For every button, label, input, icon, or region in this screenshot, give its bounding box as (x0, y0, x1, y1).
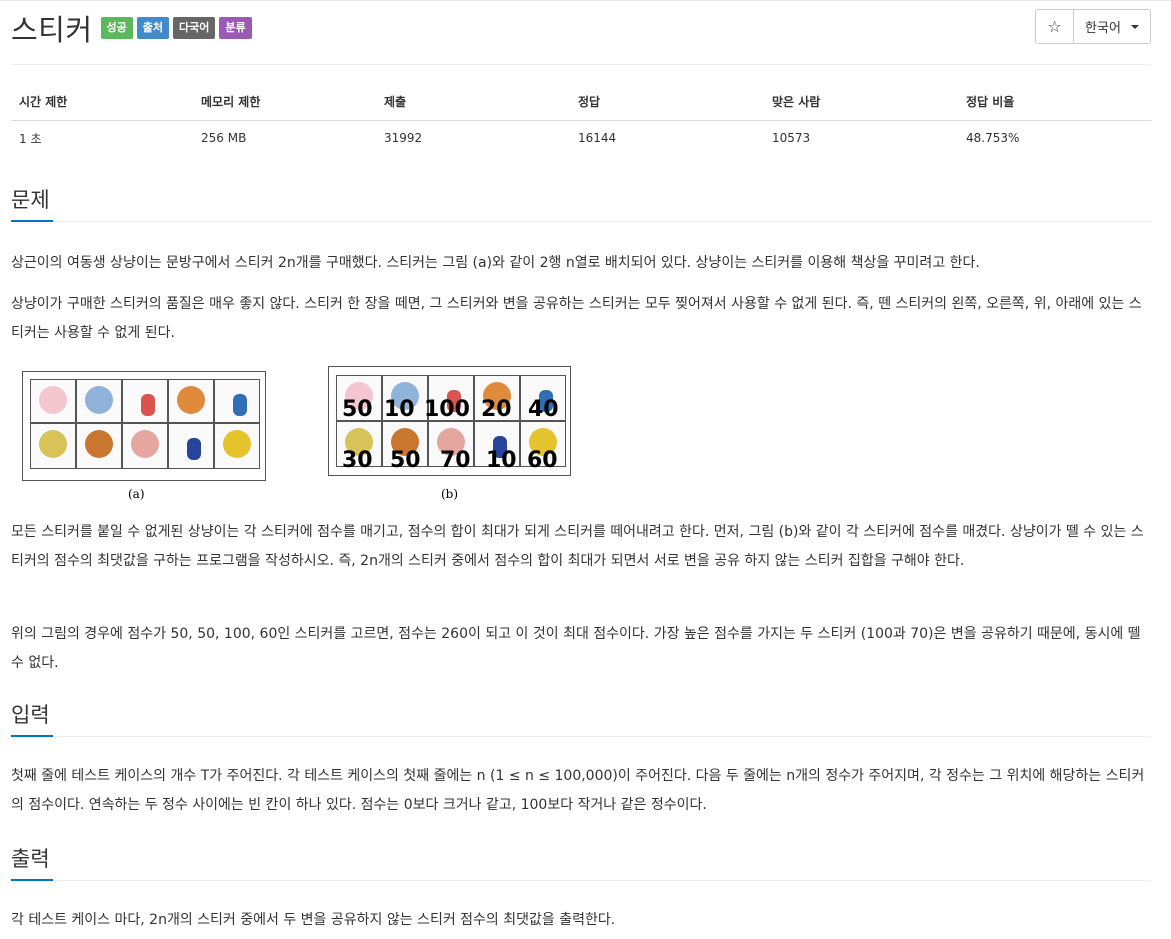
badge-category[interactable]: 분류 (219, 17, 252, 39)
problem-paragraph-2: 상냥이가 구매한 스티커의 품질은 매우 좋지 않다. 스티커 한 장을 떼면,… (11, 296, 1142, 341)
problem-paragraph-1: 상근이의 여동생 상냥이는 문방구에서 스티커 2n개를 구매했다. 스티커는 … (11, 255, 980, 271)
sticker-grid-a (22, 371, 266, 481)
input-paragraph: 첫째 줄에 테스트 케이스의 개수 T가 주어진다. 각 테스트 케이스의 첫째… (11, 768, 1145, 813)
sticker-image (214, 423, 260, 469)
score-label: 50 (390, 448, 421, 473)
column-header: 정답 (570, 84, 764, 121)
accepted-count[interactable]: 16144 (570, 120, 764, 156)
badge-multilang[interactable]: 다국어 (173, 17, 216, 39)
accepted-ratio: 48.753% (966, 131, 1020, 146)
sticker-image (30, 423, 76, 469)
table-row: 1 초 256 MB 31992 16144 10573 48.753% (11, 120, 1151, 156)
solved-users-count[interactable]: 10573 (764, 120, 958, 156)
problem-heading: 문제 (11, 185, 53, 222)
score-label: 100 (424, 397, 470, 422)
output-paragraph: 각 테스트 케이스 마다, 2n개의 스티커 중에서 두 변을 공유하지 않는 … (11, 912, 616, 928)
column-header: 시간 제한 (11, 84, 193, 121)
sticker-image (122, 379, 168, 423)
chevron-down-icon (1130, 24, 1139, 29)
submission-count[interactable]: 31992 (376, 120, 570, 156)
sticker-image (214, 379, 260, 423)
score-label: 70 (440, 448, 471, 473)
sticker-image (76, 379, 122, 423)
problem-paragraph-4: 위의 그림의 경우에 점수가 50, 50, 100, 60인 스티커를 고르면… (11, 626, 1141, 671)
input-heading: 입력 (11, 700, 53, 737)
input-section-header: 입력 (11, 700, 1151, 737)
title-row: 스티커 성공 출처 다국어 분류 (11, 6, 256, 50)
output-heading: 출력 (11, 844, 53, 881)
table-header-row: 시간 제한 메모리 제한 제출 정답 맞은 사람 정답 비율 (11, 84, 1151, 121)
score-label: 50 (342, 397, 373, 422)
score-label: 60 (527, 448, 558, 473)
sticker-image (76, 423, 122, 469)
problem-paragraph-3: 모든 스티커를 붙일 수 없게된 상냥이는 각 스티커에 점수를 매기고, 점수… (11, 524, 1144, 569)
figure-caption-b: (b) (441, 487, 459, 501)
figure-caption-a: (a) (128, 487, 145, 501)
language-label: 한국어 (1085, 21, 1121, 36)
sticker-grid-b: 50 10 100 20 40 30 50 70 10 60 (328, 366, 571, 476)
language-button-group: ☆ 한국어 (1035, 9, 1151, 44)
problem-section-header: 문제 (11, 185, 1151, 222)
column-header: 제출 (376, 84, 570, 121)
problem-title: 스티커 (11, 13, 93, 47)
problem-page: 스티커 성공 출처 다국어 분류 ☆ 한국어 시간 제한 메모리 제한 제출 정… (0, 0, 1171, 939)
score-label: 10 (384, 397, 415, 422)
sticker-image (168, 423, 214, 469)
figure-a: (a) (22, 371, 266, 507)
column-header: 맞은 사람 (764, 84, 958, 121)
output-section-header: 출력 (11, 844, 1151, 881)
sticker-image (122, 423, 168, 469)
time-limit-value: 1 초 (19, 131, 42, 146)
top-border (0, 0, 1171, 1)
score-label: 20 (481, 397, 512, 422)
sticker-image (30, 379, 76, 423)
language-dropdown[interactable]: 한국어 (1074, 10, 1150, 43)
figure-b: 50 10 100 20 40 30 50 70 10 60 (b) (328, 366, 572, 507)
problem-info-table: 시간 제한 메모리 제한 제출 정답 맞은 사람 정답 비율 1 초 256 M… (11, 84, 1151, 156)
star-icon[interactable]: ☆ (1036, 10, 1074, 43)
score-label: 10 (486, 448, 517, 473)
score-label: 40 (528, 397, 559, 422)
memory-limit-value: 256 MB (201, 131, 247, 146)
badge-success[interactable]: 성공 (100, 17, 133, 39)
column-header: 정답 비율 (958, 84, 1151, 121)
column-header: 메모리 제한 (193, 84, 376, 121)
sticker-image (168, 379, 214, 423)
badge-source[interactable]: 출처 (136, 17, 170, 39)
score-label: 30 (342, 448, 373, 473)
header-divider (11, 64, 1151, 65)
